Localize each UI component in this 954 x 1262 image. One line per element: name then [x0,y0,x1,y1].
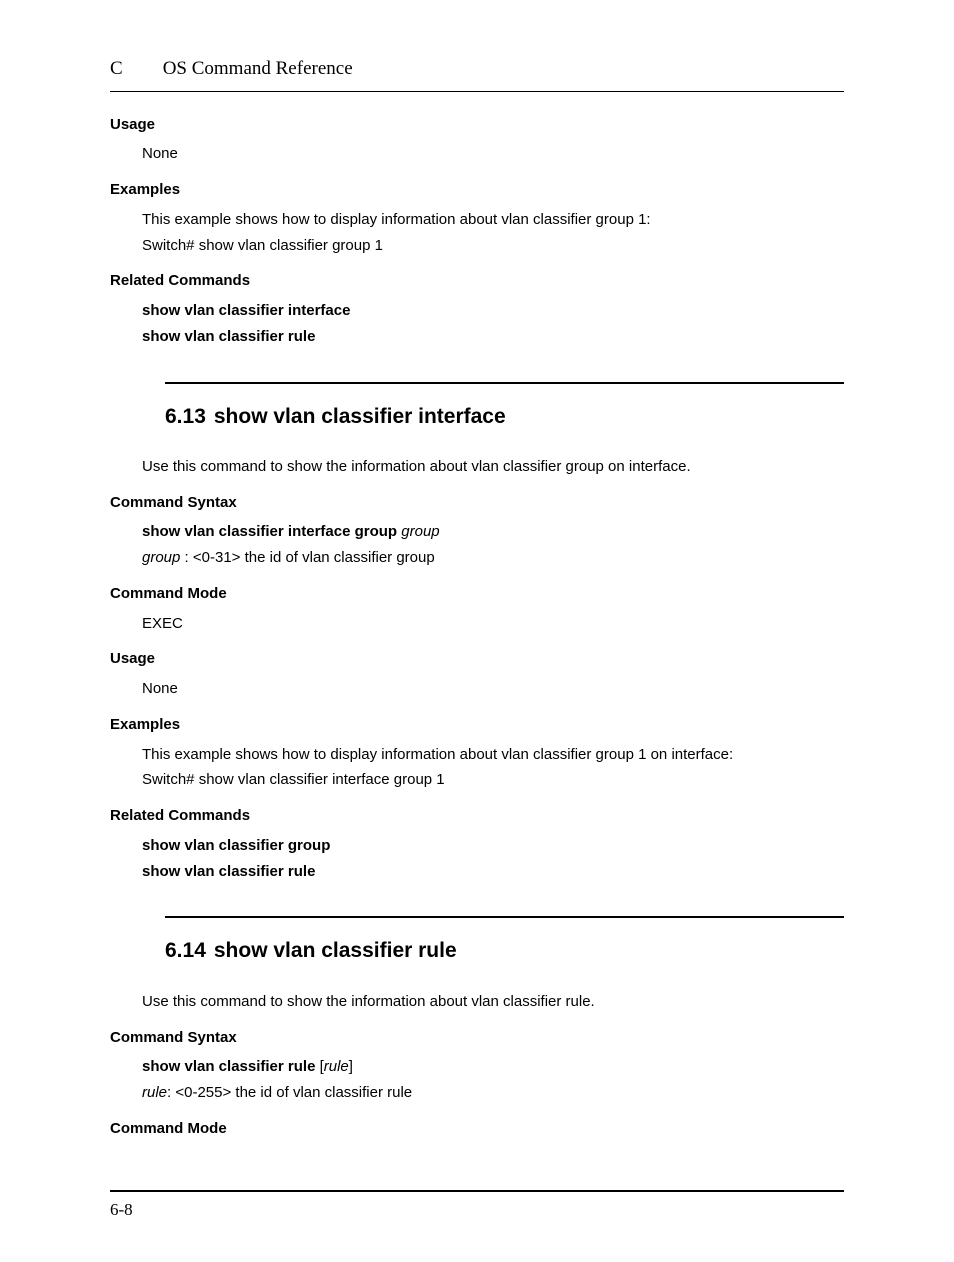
section-intro: Use this command to show the information… [142,456,844,478]
section-intro: Use this command to show the information… [142,991,844,1013]
syntax-desc: rule: <0-255> the id of vlan classifier … [142,1082,844,1104]
section-heading-614: 6.14 show vlan classifier rule [165,936,844,966]
section-divider [165,382,844,384]
section-title: show vlan classifier interface [214,402,506,432]
usage-body: None [142,678,844,700]
usage-heading: Usage [110,114,844,136]
syntax-arg-desc: : <0-31> the id of vlan classifier group [180,549,434,566]
syntax-line: show vlan classifier rule [rule] [142,1056,844,1078]
footer-divider [110,1190,844,1192]
syntax-arg-desc: : <0-255> the id of vlan classifier rule [167,1084,412,1101]
related-cmd: show vlan classifier interface [142,300,844,322]
related-heading: Related Commands [110,805,844,827]
mode-heading: Command Mode [110,583,844,605]
example-desc: This example shows how to display inform… [142,744,844,766]
example-cmd: Switch# show vlan classifier interface g… [142,769,844,791]
mode-body: EXEC [142,613,844,635]
syntax-arg-name: group [142,549,180,566]
syntax-cmd: show vlan classifier rule [142,1058,315,1075]
mode-value: EXEC [142,613,844,635]
section-number: 6.13 [165,402,206,432]
page-number: 6-8 [110,1198,844,1223]
syntax-desc: group : <0-31> the id of vlan classifier… [142,547,844,569]
syntax-heading: Command Syntax [110,492,844,514]
syntax-body: show vlan classifier rule [rule] rule: <… [142,1056,844,1104]
doc-title: OS Command Reference [163,55,353,83]
mode-heading: Command Mode [110,1118,844,1140]
example-cmd: Switch# show vlan classifier group 1 [142,235,844,257]
syntax-bracket: ] [349,1058,353,1075]
related-cmd: show vlan classifier rule [142,861,844,883]
related-heading: Related Commands [110,270,844,292]
syntax-cmd: show vlan classifier interface group [142,523,397,540]
examples-heading: Examples [110,179,844,201]
examples-heading: Examples [110,714,844,736]
usage-body: None [142,143,844,165]
related-body: show vlan classifier group show vlan cla… [142,835,844,883]
syntax-bracket: [ [315,1058,323,1075]
section-divider [165,916,844,918]
syntax-heading: Command Syntax [110,1027,844,1049]
page: C OS Command Reference Usage None Exampl… [0,0,954,1262]
usage-heading: Usage [110,648,844,670]
running-header: C OS Command Reference [110,55,844,92]
examples-body: This example shows how to display inform… [142,744,844,792]
syntax-arg: rule [324,1058,349,1075]
related-body: show vlan classifier interface show vlan… [142,300,844,348]
usage-text: None [142,678,844,700]
example-desc: This example shows how to display inform… [142,209,844,231]
syntax-arg: group [397,523,440,540]
usage-text: None [142,143,844,165]
syntax-line: show vlan classifier interface group gro… [142,521,844,543]
syntax-body: show vlan classifier interface group gro… [142,521,844,569]
examples-body: This example shows how to display inform… [142,209,844,257]
section-title: show vlan classifier rule [214,936,457,966]
related-cmd: show vlan classifier group [142,835,844,857]
related-cmd: show vlan classifier rule [142,326,844,348]
section-number: 6.14 [165,936,206,966]
syntax-arg-name: rule [142,1084,167,1101]
chapter-letter: C [110,55,123,83]
section-heading-613: 6.13 show vlan classifier interface [165,402,844,432]
